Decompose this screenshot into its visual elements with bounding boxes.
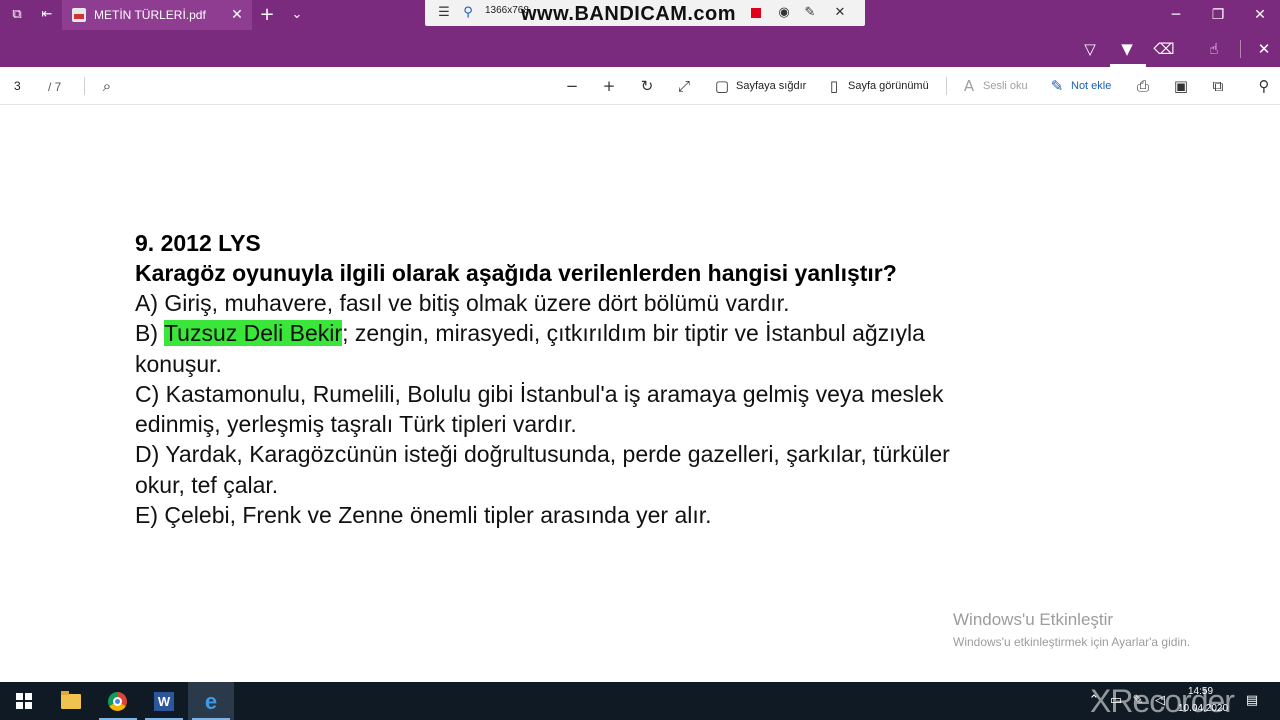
page-view-icon[interactable]: ▯	[823, 76, 845, 96]
zoom-out-icon[interactable]: −	[561, 76, 583, 96]
volume-icon[interactable]: ◁	[1152, 692, 1168, 710]
fit-page-icon[interactable]: ▢	[711, 76, 733, 96]
add-note-button[interactable]: Not ekle	[1071, 80, 1111, 92]
ink-toolbar: ▽ ▼ ⌫ ☝ ✕	[0, 30, 1280, 67]
question-number: 9. 2012 LYS	[135, 230, 261, 256]
activation-title: Windows'u Etkinleştir	[953, 610, 1114, 629]
save-as-icon[interactable]: ⧉	[1207, 76, 1229, 96]
save-icon[interactable]: ▣	[1170, 76, 1192, 96]
option-b-highlight: Tuzsuz Deli Bekir	[163, 320, 343, 346]
network-icon[interactable]: ▭	[1108, 692, 1124, 710]
word-button[interactable]: W	[141, 682, 187, 720]
edge-button[interactable]: e	[188, 682, 234, 720]
page-total: / 7	[48, 80, 62, 94]
taskbar: W e XRecorder ⌃ ▭ ✎ ◁ 14:59 10.04.2020 ▤	[0, 682, 1280, 720]
pdf-document[interactable]: 9. 2012 LYS Karagöz oyunuyla ilgili olar…	[0, 106, 1280, 682]
fit-page-button[interactable]: Sayfaya sığdır	[736, 80, 806, 92]
restore-icon[interactable]: ❐	[1208, 5, 1228, 25]
add-note-icon[interactable]: ✎	[1046, 76, 1068, 96]
search-icon[interactable]: ⌕	[96, 76, 118, 96]
read-aloud-button[interactable]: Sesli oku	[983, 80, 1028, 92]
touch-write-icon[interactable]: ☝	[1203, 39, 1225, 59]
tab-set-aside-icon[interactable]: ⧉	[8, 6, 26, 24]
folder-icon	[61, 691, 81, 709]
clock-time[interactable]: 14:59	[1188, 686, 1213, 697]
start-button[interactable]	[0, 682, 46, 720]
option-d-line1: D) Yardak, Karagözcünün isteği doğrultus…	[135, 441, 950, 467]
bandicam-bar: ☰ ⚲ 1366x768 www.BANDICAM.com ◉ ✎ ✕	[425, 0, 865, 26]
option-a: A) Giriş, muhavere, fasıl ve bitiş olmak…	[135, 290, 790, 316]
clock-date[interactable]: 10.04.2020	[1178, 703, 1228, 714]
close-icon[interactable]: ✕	[228, 6, 246, 24]
tab-title: METİN TÜRLERİ.pdf	[94, 8, 206, 22]
toolbar-separator	[946, 77, 947, 95]
word-icon: W	[154, 692, 174, 711]
notification-icon[interactable]: ▤	[1244, 692, 1260, 710]
rotate-icon[interactable]: ↻	[636, 76, 658, 96]
chrome-button[interactable]	[95, 682, 141, 720]
close-icon[interactable]: ✕	[1253, 39, 1275, 59]
chevron-up-icon[interactable]: ⌃	[1086, 692, 1102, 710]
menu-icon[interactable]: ☰	[435, 4, 453, 22]
option-d-line2: okur, tef çalar.	[135, 472, 279, 498]
new-tab-icon[interactable]: +	[258, 6, 276, 24]
option-e: E) Çelebi, Frenk ve Zenne önemli tipler …	[135, 502, 712, 528]
chrome-icon	[108, 692, 127, 711]
option-b-continued: konuşur.	[135, 351, 222, 377]
option-b: B) Tuzsuz Deli Bekir; zengin, mirasyedi,…	[135, 320, 925, 347]
highlight-icon[interactable]: ▼	[1116, 39, 1138, 59]
file-explorer-button[interactable]	[48, 682, 94, 720]
activation-subtitle: Windows'u etkinleştirmek için Ayarlar'a …	[953, 635, 1191, 649]
chevron-down-icon[interactable]: ⌄	[288, 6, 306, 24]
pin-toolbar-icon[interactable]: ⚲	[1253, 76, 1275, 96]
option-c-line1: C) Kastamonulu, Rumelili, Bolulu gibi İs…	[135, 381, 944, 407]
question-text: Karagöz oyunuyla ilgili olarak aşağıda v…	[135, 260, 897, 286]
option-b-prefix: B)	[135, 320, 164, 346]
option-b-rest: ; zengin, mirasyedi, çıtkırıldım bir tip…	[342, 320, 925, 346]
camera-icon[interactable]: ◉	[775, 4, 793, 22]
close-icon[interactable]: ✕	[831, 4, 849, 22]
pen-icon[interactable]: ✎	[1130, 692, 1146, 710]
tab-pdf[interactable]: METİN TÜRLERİ.pdf ✕	[62, 0, 252, 30]
record-stop-icon[interactable]	[751, 8, 761, 18]
bandicam-watermark: www.BANDICAM.com	[521, 3, 737, 25]
close-icon[interactable]: ✕	[1250, 5, 1270, 25]
zoom-in-icon[interactable]: +	[598, 76, 620, 96]
print-icon[interactable]: ⎙	[1132, 76, 1154, 96]
minimize-icon[interactable]: ─	[1166, 5, 1186, 25]
page-number-input[interactable]: 3	[6, 75, 36, 97]
read-aloud-icon[interactable]: A	[958, 76, 980, 96]
page-view-button[interactable]: Sayfa görünümü	[848, 80, 929, 92]
edge-icon: e	[204, 689, 218, 714]
back-tabs-icon[interactable]: ⇤	[38, 6, 56, 24]
draw-icon[interactable]: ▽	[1079, 39, 1101, 59]
pin-icon[interactable]: ⚲	[459, 4, 477, 22]
option-c-line2: edinmiş, yerleşmiş taşralı Türk tipleri …	[135, 411, 577, 437]
pdf-toolbar: 3 / 7 ⌕ − + ↻ ⤢ ▢ Sayfaya sığdır ▯ Sayfa…	[0, 67, 1280, 105]
pdf-file-icon	[72, 8, 86, 22]
pencil-icon[interactable]: ✎	[801, 4, 819, 22]
toolbar-separator	[1240, 40, 1241, 58]
title-bar: ⧉ ⇤ METİN TÜRLERİ.pdf ✕ + ⌄ ☰ ⚲ 1366x768…	[0, 0, 1280, 30]
fullscreen-icon[interactable]: ⤢	[673, 76, 695, 96]
windows-logo-icon	[16, 693, 32, 709]
eraser-icon[interactable]: ⌫	[1153, 39, 1175, 59]
screen: ⧉ ⇤ METİN TÜRLERİ.pdf ✕ + ⌄ ☰ ⚲ 1366x768…	[0, 0, 1280, 720]
toolbar-separator	[84, 77, 85, 95]
